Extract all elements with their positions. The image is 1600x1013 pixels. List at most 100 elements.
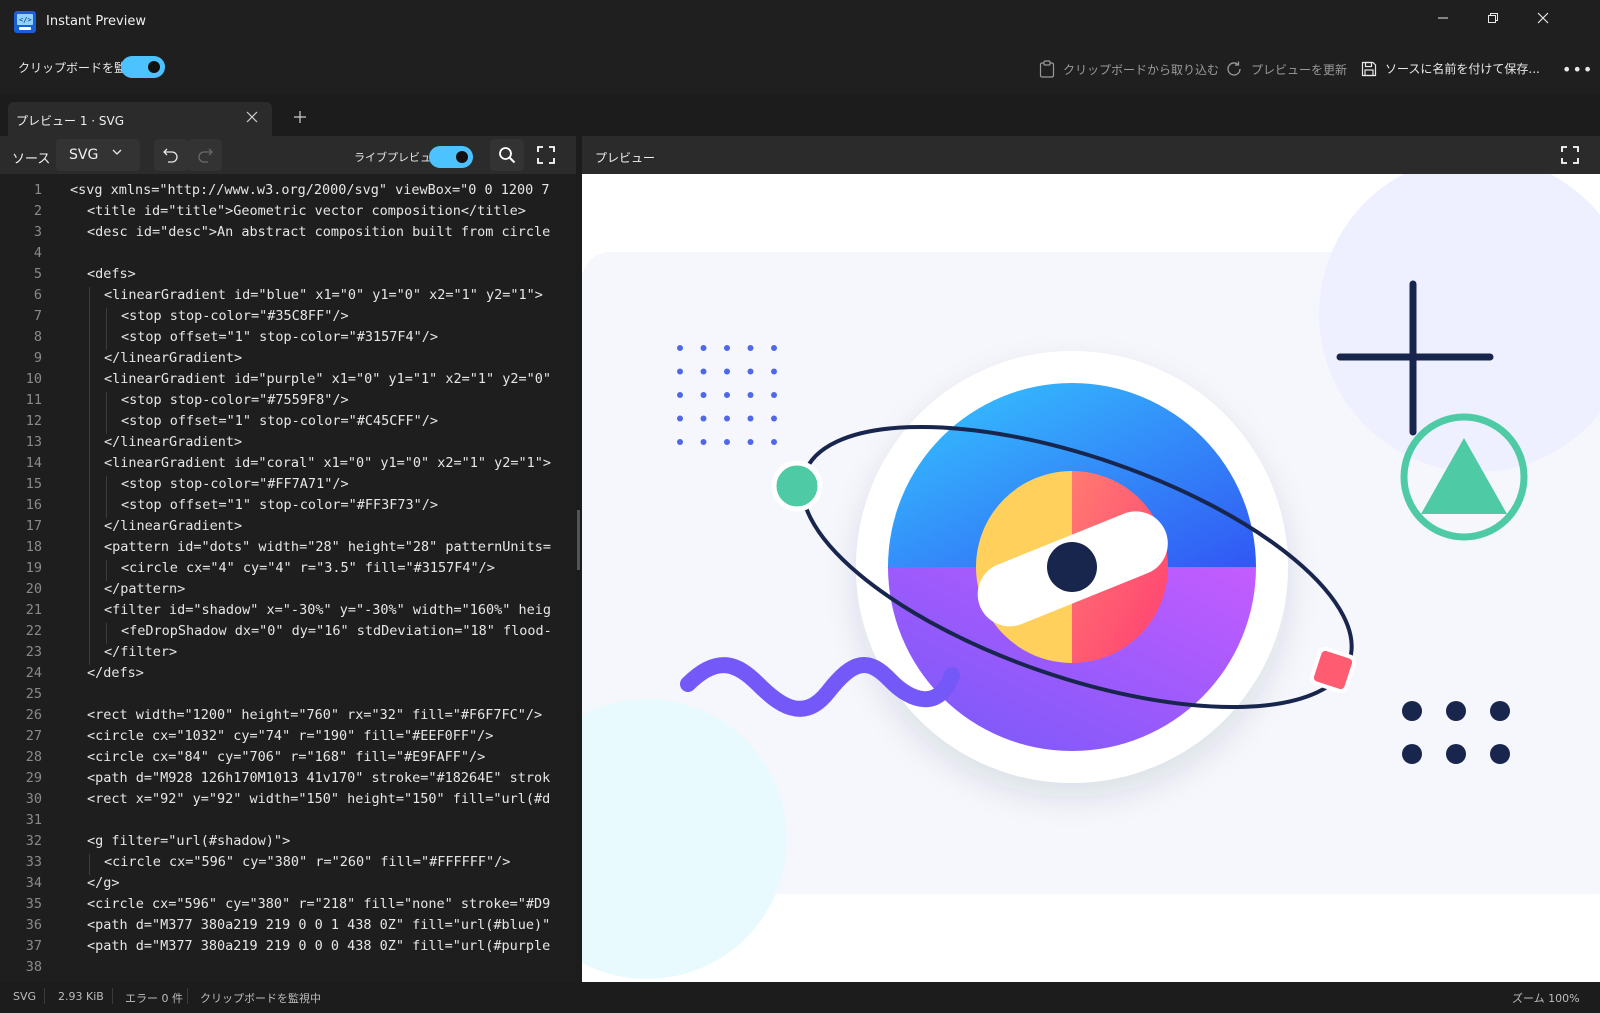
code-line[interactable]: 24 </defs> [0, 665, 576, 686]
code-text: <stop stop-color="#35C8FF"/> [121, 308, 349, 324]
code-line[interactable]: 21 <filter id="shadow" x="-30%" y="-30%" … [0, 602, 576, 623]
grid-dot [747, 345, 754, 351]
indent-guide [106, 560, 107, 581]
code-line[interactable]: 14 <linearGradient id="coral" x1="0" y1="… [0, 455, 576, 476]
close-icon [1537, 12, 1549, 24]
indent-guide [89, 392, 90, 413]
source-fullscreen-button[interactable] [529, 139, 563, 171]
code-line[interactable]: 17 </linearGradient> [0, 518, 576, 539]
line-number: 24 [25, 665, 42, 681]
app-icon: </> [14, 11, 36, 33]
line-number: 5 [33, 266, 42, 282]
line-number: 36 [25, 917, 42, 933]
grid-dot [771, 439, 777, 445]
code-line[interactable]: 5 <defs> [0, 266, 576, 287]
more-options-button[interactable]: ••• [1562, 60, 1593, 79]
code-line[interactable]: 10 <linearGradient id="purple" x1="0" y1=… [0, 371, 576, 392]
tab-close-button[interactable] [246, 111, 258, 127]
title-bar [0, 0, 1600, 44]
status-separator [187, 988, 188, 1004]
redo-icon [198, 148, 213, 163]
line-number: 10 [25, 371, 42, 387]
code-line[interactable]: 19 <circle cx="4" cy="4" r="3.5" fill="#3… [0, 560, 576, 581]
status-format: SVG [13, 990, 37, 1003]
code-line[interactable]: 31 [0, 812, 576, 833]
code-line[interactable]: 22 <feDropShadow dx="0" dy="16" stdDeviat… [0, 623, 576, 644]
editor-scrollbar[interactable] [577, 510, 580, 570]
code-line[interactable]: 27 <circle cx="1032" cy="74" r="190" fill… [0, 728, 576, 749]
svg-text:</>: </> [19, 16, 32, 24]
code-text: </linearGradient> [104, 350, 243, 366]
code-text: <stop offset="1" stop-color="#3157F4"/> [121, 329, 438, 345]
line-number: 35 [25, 896, 42, 912]
line-number: 33 [25, 854, 42, 870]
code-line[interactable]: 37 <path d="M377 380a219 219 0 0 0 438 0Z… [0, 938, 576, 959]
close-icon [246, 111, 258, 123]
grid-dot [700, 392, 707, 398]
indent-guide [106, 392, 107, 413]
code-line[interactable]: 18 <pattern id="dots" width="28" height="… [0, 539, 576, 560]
line-number: 23 [25, 644, 42, 660]
watch-clipboard-toggle[interactable] [121, 56, 165, 78]
code-line[interactable]: 9 </linearGradient> [0, 350, 576, 371]
code-line[interactable]: 2 <title id="title">Geometric vector comp… [0, 203, 576, 224]
code-line[interactable]: 4 [0, 245, 576, 266]
code-line[interactable]: 32 <g filter="url(#shadow)"> [0, 833, 576, 854]
line-number: 2 [33, 203, 42, 219]
line-number: 17 [25, 518, 42, 534]
close-window-button[interactable] [1518, 0, 1568, 36]
line-number: 9 [33, 350, 42, 366]
line-number: 4 [33, 245, 42, 261]
code-line[interactable]: 20 </pattern> [0, 581, 576, 602]
line-number: 28 [25, 749, 42, 765]
code-line[interactable]: 25 [0, 686, 576, 707]
save-source-as-button[interactable]: ソースに名前を付けて保存... [1361, 60, 1540, 77]
code-text: <path d="M928 126h170M1013 41v170" strok… [87, 770, 551, 786]
code-text: <svg xmlns="http://www.w3.org/2000/svg" … [70, 182, 550, 198]
code-line[interactable]: 8 <stop offset="1" stop-color="#3157F4"/> [0, 329, 576, 350]
new-tab-button[interactable] [293, 108, 307, 129]
code-line[interactable]: 35 <circle cx="596" cy="380" r="218" fill… [0, 896, 576, 917]
code-line[interactable]: 29 <path d="M928 126h170M1013 41v170" str… [0, 770, 576, 791]
grid-dot [724, 415, 730, 422]
code-line[interactable]: 15 <stop stop-color="#FF7A71"/> [0, 476, 576, 497]
redo-button[interactable] [188, 139, 222, 171]
code-line[interactable]: 38 [0, 959, 576, 980]
live-preview-toggle[interactable] [429, 146, 473, 168]
indent-guide [89, 581, 90, 602]
code-line[interactable]: 13 </linearGradient> [0, 434, 576, 455]
code-line[interactable]: 28 <circle cx="84" cy="706" r="168" fill=… [0, 749, 576, 770]
code-text: <linearGradient id="coral" x1="0" y1="0"… [104, 455, 552, 471]
code-text: <circle cx="596" cy="380" r="260" fill="… [104, 854, 511, 870]
indent-guide [89, 371, 90, 392]
restore-button[interactable] [1468, 0, 1518, 36]
grid-dot [771, 345, 777, 351]
code-line[interactable]: 12 <stop offset="1" stop-color="#C45CFF"/… [0, 413, 576, 434]
code-line[interactable]: 7 <stop stop-color="#35C8FF"/> [0, 308, 576, 329]
code-text: </linearGradient> [104, 434, 243, 450]
import-from-clipboard-button[interactable]: クリップボードから取り込む [1039, 60, 1219, 78]
code-line[interactable]: 30 <rect x="92" y="92" width="150" height… [0, 791, 576, 812]
minimize-button[interactable] [1418, 0, 1468, 36]
code-line[interactable]: 11 <stop stop-color="#7559F8"/> [0, 392, 576, 413]
code-line[interactable]: 36 <path d="M377 380a219 219 0 0 1 438 0Z… [0, 917, 576, 938]
code-text: <defs> [87, 266, 136, 282]
code-line[interactable]: 1 <svg xmlns="http://www.w3.org/2000/svg"… [0, 182, 576, 203]
undo-button[interactable] [154, 139, 188, 171]
search-button[interactable] [490, 139, 524, 171]
line-number: 31 [25, 812, 42, 828]
grid-dot [747, 415, 754, 422]
line-number: 38 [25, 959, 42, 975]
code-line[interactable]: 16 <stop offset="1" stop-color="#FF3F73"/… [0, 497, 576, 518]
status-size: 2.93 KiB [58, 990, 104, 1003]
preview-fullscreen-button[interactable] [1553, 139, 1587, 171]
search-icon [499, 147, 516, 164]
code-line[interactable]: 26 <rect width="1200" height="760" rx="32… [0, 707, 576, 728]
code-line[interactable]: 3 <desc id="desc">An abstract composition… [0, 224, 576, 245]
refresh-preview-button[interactable]: プレビューを更新 [1225, 60, 1347, 78]
code-line[interactable]: 6 <linearGradient id="blue" x1="0" y1="0"… [0, 287, 576, 308]
code-line[interactable]: 34 </g> [0, 875, 576, 896]
code-editor[interactable]: 1 <svg xmlns="http://www.w3.org/2000/svg"… [0, 174, 576, 982]
code-line[interactable]: 33 <circle cx="596" cy="380" r="260" fill… [0, 854, 576, 875]
code-line[interactable]: 23 </filter> [0, 644, 576, 665]
